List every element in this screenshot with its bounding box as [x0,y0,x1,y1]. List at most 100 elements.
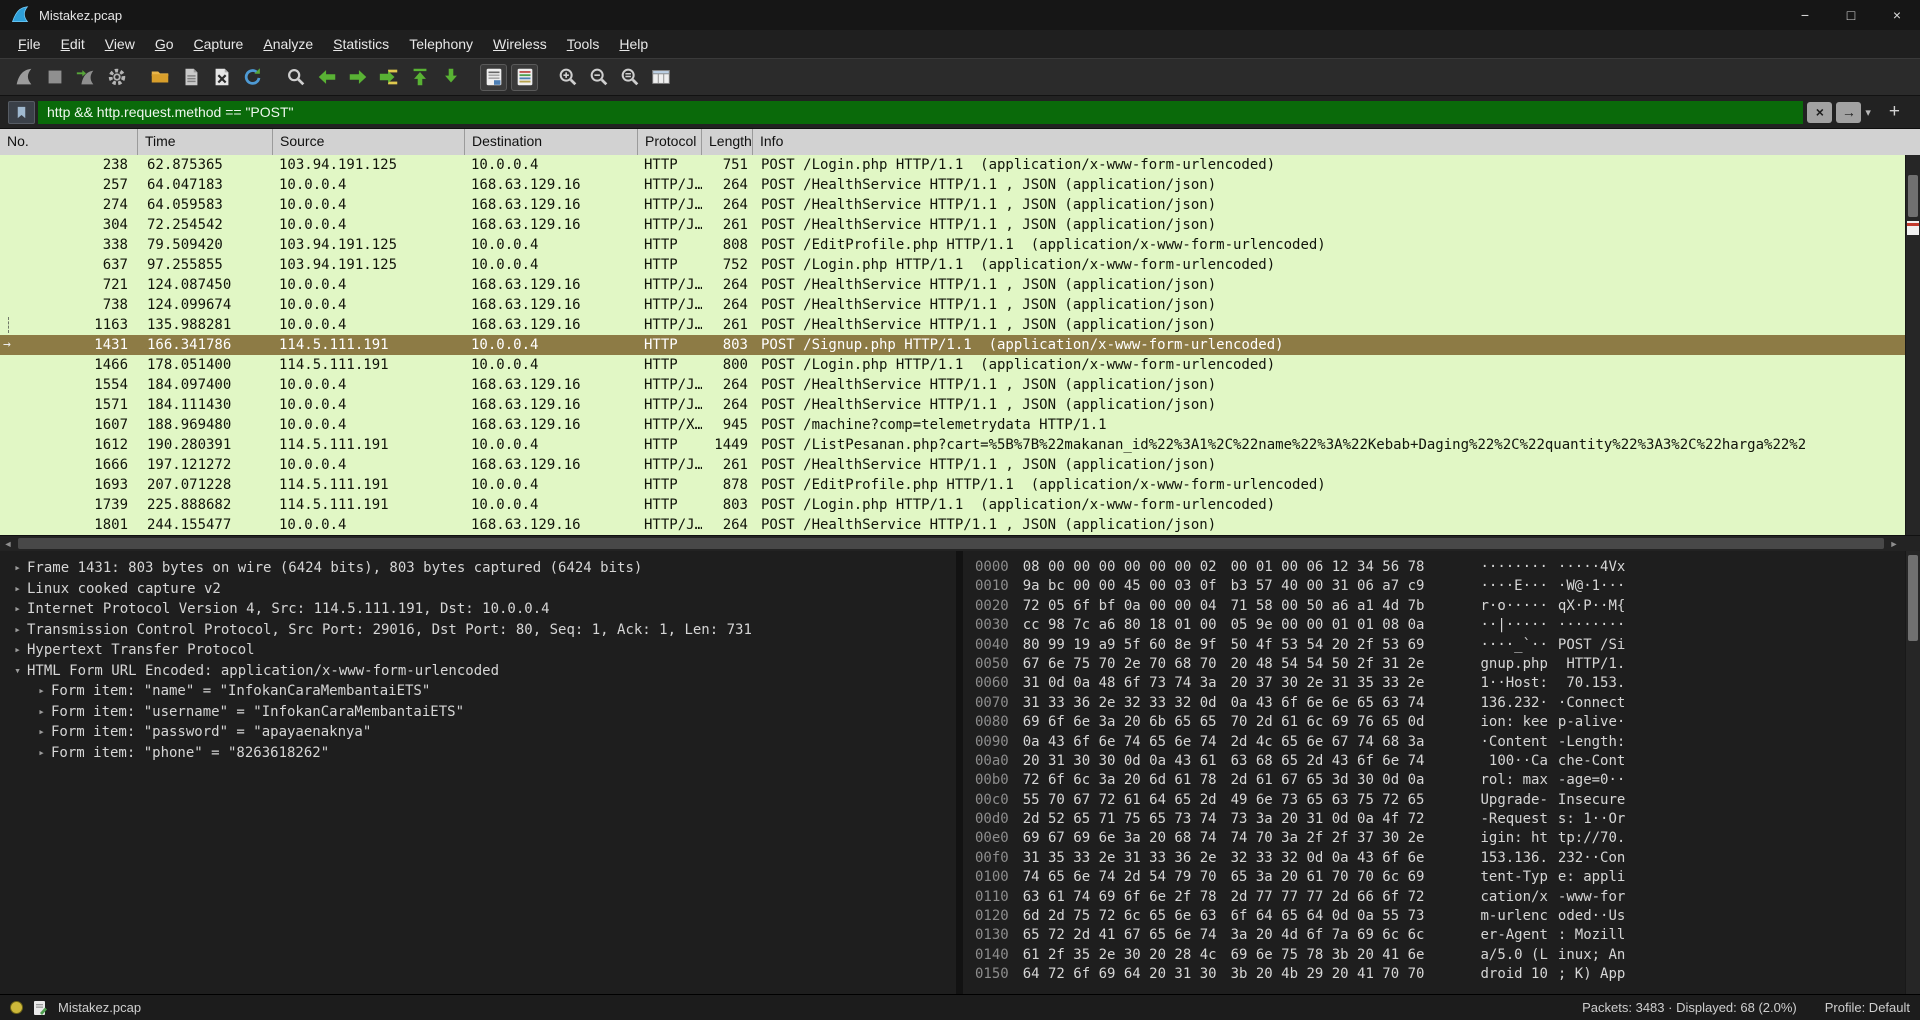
menu-file[interactable]: File [8,32,51,56]
hex-row[interactable]: 006031 0d 0a 48 6f 73 74 3a20 37 30 2e 3… [975,674,1920,693]
menu-telephony[interactable]: Telephony [399,32,483,56]
capture-options-icon[interactable] [103,64,130,91]
stop-capture-icon[interactable] [41,64,68,91]
packet-row[interactable]: 1607188.96948010.0.0.4168.63.129.16HTTP/… [0,415,1920,435]
column-header-time[interactable]: Time [138,129,273,155]
collapsed-icon[interactable]: ▸ [32,722,51,743]
packet-row[interactable]: 721124.08745010.0.0.4168.63.129.16HTTP/J… [0,275,1920,295]
packet-row[interactable]: 23862.875365103.94.191.12510.0.0.4HTTP75… [0,155,1920,175]
menu-wireless[interactable]: Wireless [483,32,557,56]
hex-row[interactable]: 002072 05 6f bf 0a 00 00 0471 58 00 50 a… [975,597,1920,616]
hex-row[interactable]: 00d02d 52 65 71 75 65 73 7473 3a 20 31 0… [975,810,1920,829]
hex-row[interactable]: 004080 99 19 a9 5f 60 8e 9f50 4f 53 54 2… [975,636,1920,655]
collapsed-icon[interactable]: ▸ [8,599,27,620]
menu-edit[interactable]: Edit [51,32,95,56]
filter-dropdown-icon[interactable]: ▾ [1865,106,1871,119]
packet-row[interactable]: 1163135.98828110.0.0.4168.63.129.16HTTP/… [0,315,1920,335]
go-forward-icon[interactable] [344,64,371,91]
hex-row[interactable]: 014061 2f 35 2e 30 20 28 4c69 6e 75 78 3… [975,946,1920,965]
detail-line[interactable]: ▸Form item: "phone" = "8263618262" [0,743,956,764]
hex-row[interactable]: 007031 33 36 2e 32 33 32 0d0a 43 6f 6e 6… [975,694,1920,713]
packet-row[interactable]: 1612190.280391114.5.111.19110.0.0.4HTTP1… [0,435,1920,455]
zoom-in-icon[interactable] [554,64,581,91]
packet-row[interactable]: 1571184.11143010.0.0.4168.63.129.16HTTP/… [0,395,1920,415]
menu-analyze[interactable]: Analyze [253,32,323,56]
column-header-length[interactable]: Length [702,129,753,155]
status-profile[interactable]: Profile: Default [1825,1000,1910,1015]
display-filter-input[interactable]: http && http.request.method == "POST" [38,101,1803,124]
menu-go[interactable]: Go [145,32,184,56]
auto-scroll-icon[interactable] [480,64,507,91]
hex-row[interactable]: 00109a bc 00 00 45 00 03 0fb3 57 40 00 3… [975,577,1920,596]
collapsed-icon[interactable]: ▸ [8,558,27,579]
save-file-icon[interactable] [177,64,204,91]
hex-pane-scrollbar[interactable] [1905,551,1920,994]
maximize-button[interactable]: □ [1828,0,1874,30]
hex-row[interactable]: 00e069 67 69 6e 3a 20 68 7474 70 3a 2f 2… [975,829,1920,848]
expanded-icon[interactable]: ▾ [8,661,27,682]
packet-row[interactable]: 27464.05958310.0.0.4168.63.129.16HTTP/J…… [0,195,1920,215]
scroll-left-icon[interactable]: ◄ [0,536,16,552]
hex-row[interactable]: 00a020 31 30 30 0d 0a 43 6163 68 65 2d 4… [975,752,1920,771]
collapsed-icon[interactable]: ▸ [8,579,27,600]
detail-line[interactable]: ▸Form item: "name" = "InfokanCaraMembant… [0,681,956,702]
hex-row[interactable]: 010074 65 6e 74 2d 54 79 7065 3a 20 61 7… [975,868,1920,887]
go-to-packet-icon[interactable] [375,64,402,91]
filter-bookmark-icon[interactable] [8,101,35,124]
hex-row[interactable]: 01206d 2d 75 72 6c 65 6e 636f 64 65 64 0… [975,907,1920,926]
packet-row[interactable]: 1666197.12127210.0.0.4168.63.129.16HTTP/… [0,455,1920,475]
capture-comments-icon[interactable] [32,1000,48,1016]
collapsed-icon[interactable]: ▸ [32,702,51,723]
hex-row[interactable]: 011063 61 74 69 6f 6e 2f 782d 77 77 77 2… [975,888,1920,907]
menu-tools[interactable]: Tools [557,32,610,56]
detail-line[interactable]: ▸Form item: "password" = "apayaenaknya" [0,722,956,743]
go-last-icon[interactable] [437,64,464,91]
packet-row[interactable]: 30472.25454210.0.0.4168.63.129.16HTTP/J…… [0,215,1920,235]
detail-line[interactable]: ▸Transmission Control Protocol, Src Port… [0,620,956,641]
collapsed-icon[interactable]: ▸ [32,743,51,764]
column-header-source[interactable]: Source [273,129,465,155]
column-header-destination[interactable]: Destination [465,129,638,155]
packet-row[interactable]: 33879.509420103.94.191.12510.0.0.4HTTP80… [0,235,1920,255]
detail-line[interactable]: ▾HTML Form URL Encoded: application/x-ww… [0,661,956,682]
column-header-protocol[interactable]: Protocol [638,129,702,155]
go-back-icon[interactable] [313,64,340,91]
hex-row[interactable]: 0030cc 98 7c a6 80 18 01 0005 9e 00 00 0… [975,616,1920,635]
hex-row[interactable]: 00c055 70 67 72 61 64 65 2d49 6e 73 65 6… [975,791,1920,810]
detail-line[interactable]: ▸Form item: "username" = "InfokanCaraMem… [0,702,956,723]
menu-capture[interactable]: Capture [184,32,254,56]
packet-row[interactable]: 1554184.09740010.0.0.4168.63.129.16HTTP/… [0,375,1920,395]
start-capture-icon[interactable] [10,64,37,91]
colorize-icon[interactable] [511,64,538,91]
packet-row[interactable]: 1693207.071228114.5.111.19110.0.0.4HTTP8… [0,475,1920,495]
hex-scrollbar-thumb[interactable] [1908,555,1918,641]
hex-row[interactable]: 015064 72 6f 69 64 20 31 303b 20 4b 29 2… [975,965,1920,984]
filter-apply-icon[interactable]: → [1836,102,1861,123]
hscrollbar-thumb[interactable] [18,538,1884,549]
packet-list-scrollbar[interactable] [1905,155,1920,535]
hex-row[interactable]: 00900a 43 6f 6e 74 65 6e 742d 4c 65 6e 6… [975,733,1920,752]
packet-row[interactable]: →1431166.341786114.5.111.19110.0.0.4HTTP… [0,335,1920,355]
open-file-icon[interactable] [146,64,173,91]
column-header-no[interactable]: No. [0,129,138,155]
go-first-icon[interactable] [406,64,433,91]
packet-row[interactable]: 738124.09967410.0.0.4168.63.129.16HTTP/J… [0,295,1920,315]
packet-row[interactable]: 1466178.051400114.5.111.19110.0.0.4HTTP8… [0,355,1920,375]
hex-row[interactable]: 013065 72 2d 41 67 65 6e 743a 20 4d 6f 7… [975,926,1920,945]
detail-line[interactable]: ▸Internet Protocol Version 4, Src: 114.5… [0,599,956,620]
expert-info-icon[interactable] [10,1001,23,1014]
menu-statistics[interactable]: Statistics [323,32,399,56]
packet-row[interactable]: 63797.255855103.94.191.12510.0.0.4HTTP75… [0,255,1920,275]
packet-list-hscrollbar[interactable]: ◄ ► [0,535,1920,551]
hex-row[interactable]: 00f031 35 33 2e 31 33 36 2e32 33 32 0d 0… [975,849,1920,868]
collapsed-icon[interactable]: ▸ [32,681,51,702]
hex-row[interactable]: 000008 00 00 00 00 00 00 0200 01 00 06 1… [975,558,1920,577]
menu-help[interactable]: Help [609,32,658,56]
zoom-normal-icon[interactable] [616,64,643,91]
find-packet-icon[interactable] [282,64,309,91]
hex-row[interactable]: 005067 6e 75 70 2e 70 68 7020 48 54 54 5… [975,655,1920,674]
packet-row[interactable]: 25764.04718310.0.0.4168.63.129.16HTTP/J…… [0,175,1920,195]
zoom-out-icon[interactable] [585,64,612,91]
filter-clear-icon[interactable]: × [1807,102,1832,123]
close-file-icon[interactable] [208,64,235,91]
